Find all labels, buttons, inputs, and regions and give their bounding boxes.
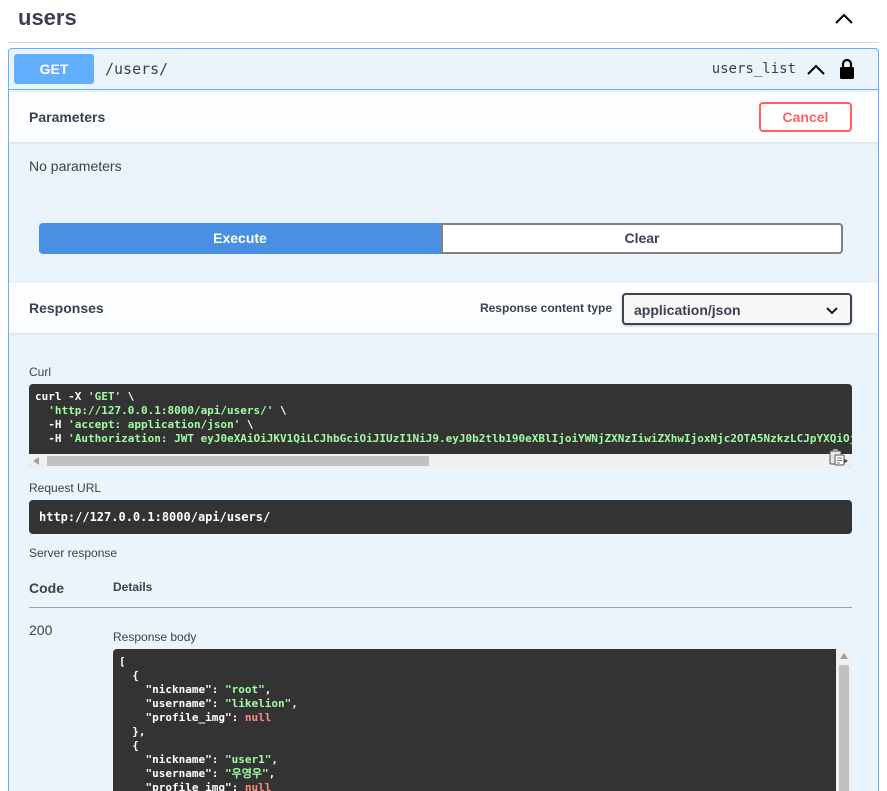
tag-title: users — [18, 5, 77, 30]
response-body-line: "nickname": "user1", — [119, 753, 278, 766]
parameters-header: Parameters Cancel — [9, 92, 878, 142]
response-body-line: "username": "우영우", — [119, 767, 276, 780]
response-status-code: 200 — [29, 622, 53, 638]
response-body-line: "nickname": "root", — [119, 683, 272, 696]
responses-title: Responses — [29, 300, 104, 316]
response-body-label: Response body — [113, 630, 197, 644]
operation-path: /users/ — [105, 60, 169, 78]
chevron-up-icon[interactable] — [833, 8, 855, 30]
response-vertical-scrollbar[interactable] — [836, 649, 852, 791]
response-body-line: { — [119, 669, 139, 682]
response-content-type-label: Response content type — [479, 301, 612, 315]
execute-button[interactable]: Execute — [39, 223, 441, 254]
parameters-title: Parameters — [29, 109, 106, 125]
operation-block: GET /users/ users_list Parameters Cancel… — [8, 48, 879, 791]
response-body-line: }, — [119, 725, 146, 738]
lock-icon[interactable] — [838, 58, 856, 80]
response-content-type-value: application/json — [634, 302, 741, 318]
curl-command[interactable]: curl -X 'GET' \ 'http://127.0.0.1:8000/a… — [29, 384, 852, 468]
response-content-type-select[interactable]: application/json — [622, 293, 852, 325]
copy-to-clipboard-icon[interactable] — [828, 448, 846, 466]
response-body-code: [ { "nickname": "root", "username": "lik… — [119, 655, 298, 791]
curl-label: Curl — [29, 365, 52, 379]
curl-scroll-thumb[interactable] — [47, 456, 429, 466]
chevron-up-icon[interactable] — [806, 60, 826, 80]
response-scroll-thumb[interactable] — [839, 665, 849, 791]
curl-code: curl -X 'GET' \ 'http://127.0.0.1:8000/a… — [35, 390, 852, 445]
response-body-line: "profile_img": null — [119, 781, 272, 791]
operation-id: users_list — [711, 61, 796, 77]
request-url-box: http://127.0.0.1:8000/api/users/ — [29, 500, 852, 534]
http-method-badge: GET — [14, 54, 94, 84]
response-body-line: "username": "likelion", — [119, 697, 298, 710]
response-body-line: "profile_img": null — [119, 711, 272, 724]
scroll-up-arrow-icon[interactable] — [840, 653, 848, 659]
no-parameters-text: No parameters — [29, 158, 122, 174]
chevron-down-icon — [826, 307, 838, 315]
response-body[interactable]: [ { "nickname": "root", "username": "lik… — [113, 649, 836, 791]
clear-button[interactable]: Clear — [441, 223, 843, 254]
code-column-header: Code — [29, 580, 64, 596]
operation-summary[interactable]: GET /users/ users_list — [9, 49, 878, 90]
server-response-label: Server response — [29, 546, 118, 560]
header-divider — [29, 607, 852, 608]
tag-header[interactable]: users — [8, 0, 879, 43]
details-column-header: Details — [113, 580, 153, 594]
execute-wrapper: Execute Clear — [39, 223, 843, 254]
curl-horizontal-scrollbar[interactable] — [29, 454, 852, 468]
response-body-line: [ — [119, 655, 126, 668]
request-url-label: Request URL — [29, 481, 102, 495]
cancel-button[interactable]: Cancel — [759, 102, 852, 132]
scroll-left-arrow-icon[interactable] — [33, 457, 39, 465]
response-body-line: { — [119, 739, 139, 752]
request-url-value: http://127.0.0.1:8000/api/users/ — [39, 510, 271, 524]
